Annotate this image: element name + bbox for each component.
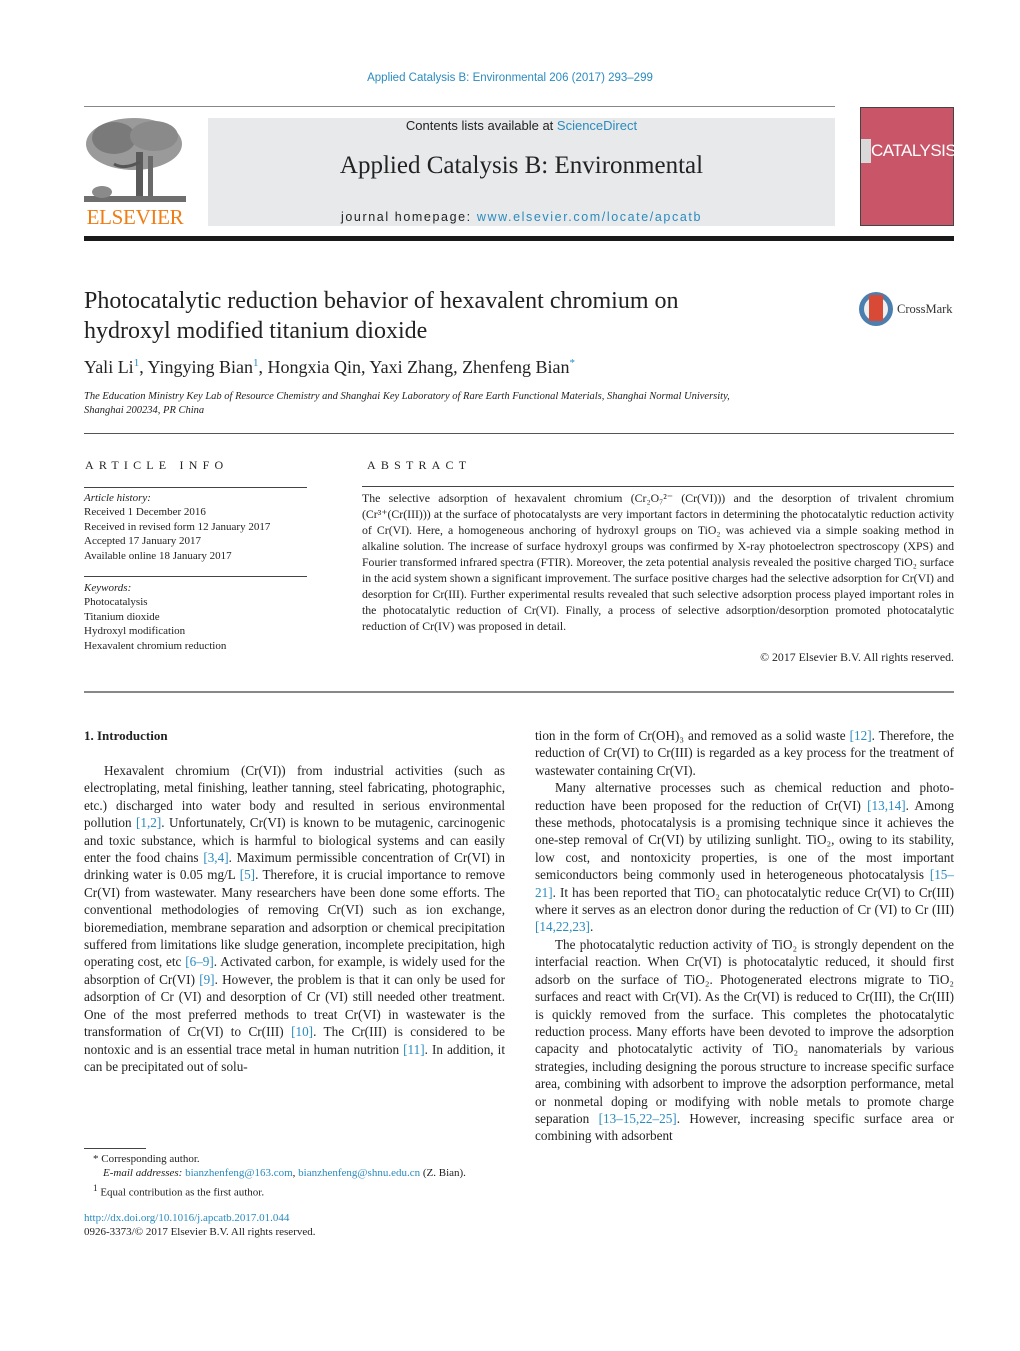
article-title: Photocatalytic reduction behavior of hex… [84, 286, 804, 346]
author-name[interactable]: Zhenfeng Bian [462, 357, 569, 377]
citation-link[interactable]: [6–9] [185, 954, 214, 969]
author[interactable]: Hongxia Qin [268, 357, 362, 377]
doi-link[interactable]: http://dx.doi.org/10.1016/j.apcatb.2017.… [84, 1212, 289, 1224]
author-name[interactable]: Yaxi Zhang [369, 357, 453, 377]
elsevier-tree-icon [84, 118, 186, 202]
footnotes: * Corresponding author. E-mail addresses… [93, 1152, 513, 1200]
email-link[interactable]: bianzhenfeng@163.com [185, 1167, 293, 1179]
header-divider [84, 433, 954, 434]
citation-link[interactable]: [5] [240, 867, 255, 882]
abstract-bottom-rule [84, 691, 954, 693]
citation-link[interactable]: [1,2] [136, 815, 161, 830]
affiliation-line1: The Education Ministry Key Lab of Resour… [84, 391, 730, 402]
citation-link[interactable]: [13,14] [867, 798, 905, 813]
author-list: Yali Li1, Yingying Bian1, Hongxia Qin, Y… [84, 357, 576, 377]
affiliation: The Education Ministry Key Lab of Resour… [84, 390, 844, 418]
body-paragraph: tion in the form of Cr(OH)₃ and removed … [535, 728, 955, 778]
body-paragraph: Hexavalent chromium (Cr(VI)) from indust… [84, 763, 505, 1074]
crossmark-label: CrossMark [897, 302, 953, 316]
affiliation-line2: Shanghai 200234, PR China [84, 405, 205, 416]
keywords: Keywords: Photocatalysis Titanium dioxid… [84, 581, 226, 653]
footnote-rule [84, 1148, 146, 1149]
citation-link[interactable]: [10] [291, 1024, 313, 1039]
equal-contribution-footnote: 1 Equal contribution as the first author… [93, 1181, 513, 1200]
citation-link[interactable]: [13–15,22–25] [599, 1111, 677, 1126]
running-head-link[interactable]: Applied Catalysis B: Environmental 206 (… [367, 72, 653, 84]
abstract-copyright: © 2017 Elsevier B.V. All rights reserved… [760, 650, 954, 664]
article-info-rule [84, 487, 307, 488]
citation-link[interactable]: [14,22,23] [535, 919, 590, 934]
keyword: Titanium dioxide [84, 610, 160, 623]
masthead-rule [84, 236, 954, 241]
journal-homepage-link[interactable]: www.elsevier.com/locate/apcatb [477, 210, 702, 224]
keyword: Photocatalysis [84, 596, 148, 609]
contents-line: Contents lists available at ScienceDirec… [208, 118, 835, 133]
author-footnote-mark[interactable]: 1 [134, 357, 140, 369]
author[interactable]: Zhenfeng Bian* [462, 357, 575, 377]
history-item: Received 1 December 2016 [84, 506, 206, 519]
citation-link[interactable]: [9] [199, 972, 214, 987]
body-paragraph: Many alternative processes such as chemi… [535, 780, 954, 935]
keywords-label: Keywords: [84, 582, 132, 594]
email-link[interactable]: bianzhenfeng@shnu.edu.cn [298, 1167, 420, 1179]
journal-masthead: Contents lists available at ScienceDirec… [208, 118, 835, 226]
abstract-heading: ABSTRACT [367, 458, 472, 472]
footnote-text: Equal contribution as the first author. [100, 1186, 265, 1199]
body-column-right: tion in the form of Cr(OH)₃ and removed … [535, 727, 954, 1145]
citation-link[interactable]: [12] [850, 728, 872, 743]
email-label: E-mail addresses: [103, 1167, 186, 1180]
author-name[interactable]: Hongxia Qin [268, 357, 362, 377]
history-item: Received in revised form 12 January 2017 [84, 520, 271, 533]
footnote-text: Corresponding author. [101, 1153, 200, 1165]
footnote-mark: 1 [93, 1182, 98, 1193]
body-paragraph: The photocatalytic reduction activity of… [535, 936, 954, 1144]
journal-cover-thumbnail[interactable]: CATALYSIS [860, 107, 957, 226]
email-owner: (Z. Bian). [420, 1167, 466, 1180]
crossmark-ribbon-icon [869, 295, 883, 321]
article-info-heading: ARTICLE INFO [85, 458, 229, 472]
cover-title: CATALYSIS [871, 141, 957, 160]
abstract-text: The selective adsorption of hexavalent c… [362, 491, 954, 633]
body-column-left: Hexavalent chromium (Cr(VI)) from indust… [84, 762, 505, 1075]
author[interactable]: Yaxi Zhang [369, 357, 453, 377]
article-history-label: Article history: [84, 492, 151, 504]
article-history: Article history: Received 1 December 201… [84, 491, 270, 563]
keyword: Hydroxyl modification [84, 625, 186, 638]
homepage-line: journal homepage: www.elsevier.com/locat… [208, 210, 835, 224]
keyword: Hexavalent chromium reduction [84, 639, 227, 652]
cover-box-decoration [861, 139, 871, 163]
abstract-rule [362, 486, 954, 487]
article-title-line1: Photocatalytic reduction behavior of hex… [84, 288, 679, 314]
elsevier-wordmark: ELSEVIER [86, 205, 184, 229]
citation-link[interactable]: [15–21] [535, 867, 954, 899]
top-rule [84, 106, 835, 107]
issn-copyright: 0926-3373/© 2017 Elsevier B.V. All right… [84, 1226, 316, 1239]
journal-title: Applied Catalysis B: Environmental [339, 152, 704, 179]
section-heading-introduction: 1. Introduction [84, 728, 168, 743]
author-name[interactable]: Yali Li [84, 357, 134, 377]
crossmark-button[interactable]: CrossMark [857, 290, 957, 330]
contents-prefix: Contents lists available at [405, 118, 557, 133]
email-footnote: E-mail addresses: bianzhenfeng@163.com, … [93, 1166, 513, 1180]
citation-link[interactable]: [3,4] [203, 850, 228, 865]
author-footnote-mark[interactable]: 1 [253, 357, 259, 369]
article-title-line2: hydroxyl modified titanium dioxide [84, 318, 428, 344]
citation-link[interactable]: [11] [403, 1042, 424, 1057]
corresponding-author-footnote: * Corresponding author. [93, 1152, 513, 1166]
author-name[interactable]: Yingying Bian [148, 357, 254, 377]
history-item: Accepted 17 January 2017 [84, 535, 201, 548]
author[interactable]: Yingying Bian1 [148, 357, 259, 377]
doi-block: http://dx.doi.org/10.1016/j.apcatb.2017.… [84, 1211, 316, 1240]
sciencedirect-link[interactable]: ScienceDirect [557, 118, 637, 133]
homepage-prefix: journal homepage: [341, 210, 477, 224]
author[interactable]: Yali Li1 [84, 357, 139, 377]
footnote-mark: * [93, 1153, 99, 1165]
history-item: Available online 18 January 2017 [84, 549, 232, 562]
corresponding-author-mark[interactable]: * [570, 357, 576, 369]
keywords-rule [84, 576, 307, 577]
running-head[interactable]: Applied Catalysis B: Environmental 206 (… [0, 72, 1020, 84]
